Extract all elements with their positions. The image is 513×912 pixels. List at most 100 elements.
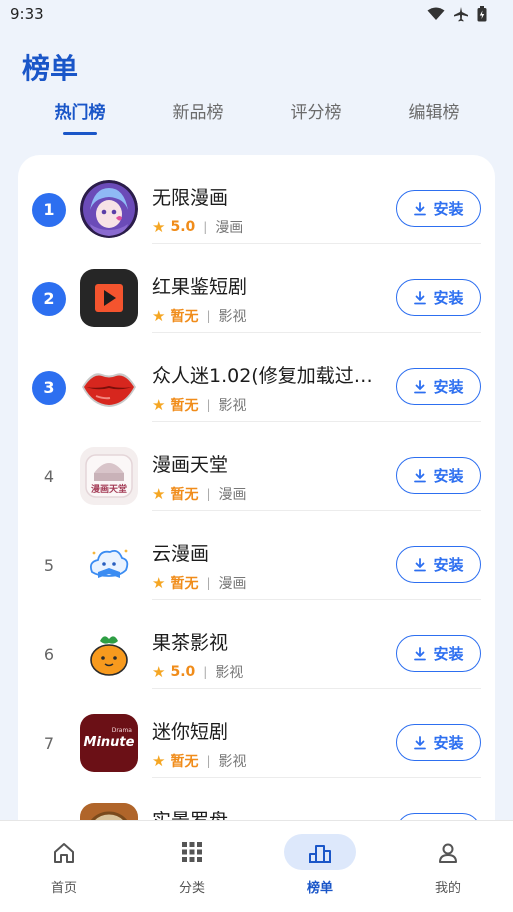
app-name: 无限漫画 bbox=[152, 187, 229, 209]
rank-number: 6 bbox=[43, 645, 55, 664]
install-label: 安装 bbox=[433, 378, 464, 396]
meta-divider: | bbox=[206, 309, 211, 323]
app-icon-wuxian-manhua bbox=[80, 180, 138, 238]
download-icon bbox=[414, 557, 427, 571]
app-category: 影视 bbox=[218, 398, 247, 414]
app-meta: ★ 5.0 | 影视 bbox=[152, 662, 243, 682]
star-icon: ★ bbox=[152, 218, 166, 236]
list-item[interactable]: 4 漫画天堂 漫画天堂 ★ 暂无 | 漫画 安装 bbox=[18, 422, 495, 511]
rank-number: 5 bbox=[43, 556, 55, 575]
profile-icon bbox=[439, 843, 457, 863]
list-item[interactable]: 1 无限漫画 ★ 5.0 | 漫画 安装 bbox=[18, 155, 495, 244]
install-label: 安装 bbox=[433, 734, 464, 752]
nav-profile-label: 我的 bbox=[434, 881, 461, 896]
rank-badge: 1 bbox=[32, 193, 66, 227]
rank-number: 4 bbox=[43, 467, 55, 486]
star-icon: ★ bbox=[152, 752, 166, 770]
nav-ranking-label: 榜单 bbox=[306, 881, 333, 896]
install-label: 安装 bbox=[433, 289, 464, 307]
install-label: 安装 bbox=[433, 645, 464, 663]
tab-editor[interactable]: 编辑榜 bbox=[384, 98, 484, 123]
app-meta: ★ 暂无 | 影视 bbox=[152, 306, 247, 326]
app-category: 影视 bbox=[218, 309, 247, 325]
download-icon bbox=[414, 735, 427, 749]
home-icon bbox=[54, 843, 74, 863]
nav-profile[interactable]: 我的 bbox=[384, 821, 512, 912]
tab-hot[interactable]: 热门榜 bbox=[30, 98, 130, 123]
install-button[interactable]: 安装 bbox=[396, 635, 481, 672]
rank-number: 7 bbox=[43, 734, 55, 753]
tab-rating[interactable]: 评分榜 bbox=[266, 98, 366, 123]
nav-ranking[interactable]: 榜单 bbox=[256, 821, 384, 912]
app-score: 暂无 bbox=[170, 576, 199, 592]
app-score: 暂无 bbox=[170, 487, 199, 503]
app-icon-hongguo-duanju bbox=[80, 269, 138, 327]
app-name: 果茶影视 bbox=[152, 632, 229, 654]
app-category: 影视 bbox=[215, 665, 244, 681]
rank-badge: 2 bbox=[32, 282, 66, 316]
app-category: 漫画 bbox=[218, 576, 247, 592]
app-meta: ★ 暂无 | 影视 bbox=[152, 751, 247, 771]
app-name: 众人迷1.02(修复加载过… bbox=[152, 365, 373, 387]
install-button[interactable]: 安装 bbox=[396, 457, 481, 494]
app-score: 暂无 bbox=[170, 754, 199, 770]
install-label: 安装 bbox=[433, 556, 464, 574]
app-category: 漫画 bbox=[218, 487, 247, 503]
status-time: 9:33 bbox=[10, 5, 44, 23]
nav-category-label: 分类 bbox=[178, 881, 205, 896]
install-button[interactable]: 安装 bbox=[396, 190, 481, 227]
ranking-list: 1 无限漫画 ★ 5.0 | 漫画 安装 2 红果鉴短剧 ★ 暂无 | 影视 安… bbox=[18, 155, 495, 855]
app-score: 暂无 bbox=[170, 398, 199, 414]
download-icon bbox=[414, 201, 427, 215]
tab-bar: 热门榜 新品榜 评分榜 编辑榜 bbox=[0, 98, 513, 138]
list-item[interactable]: 5 云漫画 ★ 暂无 | 漫画 安装 bbox=[18, 511, 495, 600]
app-name: 漫画天堂 bbox=[152, 454, 229, 476]
airplane-icon bbox=[454, 7, 468, 22]
rank-badge: 3 bbox=[32, 371, 66, 405]
app-score: 5.0 bbox=[170, 664, 196, 680]
star-icon: ★ bbox=[152, 307, 166, 325]
app-name: 迷你短剧 bbox=[152, 721, 229, 743]
meta-divider: | bbox=[206, 398, 211, 412]
install-button[interactable]: 安装 bbox=[396, 279, 481, 316]
list-item[interactable]: 3 众人迷1.02(修复加载过… ★ 暂无 | 影视 安装 bbox=[18, 333, 495, 422]
app-meta: ★ 5.0 | 漫画 bbox=[152, 217, 243, 237]
star-icon: ★ bbox=[152, 663, 166, 681]
app-name: 红果鉴短剧 bbox=[152, 276, 248, 298]
icon-text: 漫画天堂 bbox=[90, 485, 127, 495]
app-icon-guocha-yingshi bbox=[80, 625, 138, 683]
status-bar: 9:33 bbox=[0, 0, 513, 30]
page-title: 榜单 bbox=[22, 52, 79, 85]
list-item[interactable]: 2 红果鉴短剧 ★ 暂无 | 影视 安装 bbox=[18, 244, 495, 333]
install-label: 安装 bbox=[433, 467, 464, 485]
nav-home[interactable]: 首页 bbox=[0, 821, 128, 912]
meta-divider: | bbox=[203, 220, 208, 234]
status-icons bbox=[427, 6, 487, 22]
icon-subtext: Drama bbox=[111, 727, 132, 734]
tab-new[interactable]: 新品榜 bbox=[148, 98, 248, 123]
app-icon-yun-manhua bbox=[80, 536, 138, 594]
meta-divider: | bbox=[206, 754, 211, 768]
app-meta: ★ 暂无 | 漫画 bbox=[152, 573, 247, 593]
ranking-icon bbox=[309, 845, 331, 863]
install-button[interactable]: 安装 bbox=[396, 724, 481, 761]
app-category: 漫画 bbox=[215, 220, 244, 236]
battery-icon bbox=[477, 6, 487, 22]
bottom-navigation: 首页 分类 榜单 我的 bbox=[0, 820, 513, 912]
install-button[interactable]: 安装 bbox=[396, 546, 481, 583]
star-icon: ★ bbox=[152, 396, 166, 414]
install-label: 安装 bbox=[433, 200, 464, 218]
app-meta: ★ 暂无 | 漫画 bbox=[152, 484, 247, 504]
install-button[interactable]: 安装 bbox=[396, 368, 481, 405]
app-score: 暂无 bbox=[170, 309, 199, 325]
list-item[interactable]: 6 果茶影视 ★ 5.0 | 影视 安装 bbox=[18, 600, 495, 689]
app-icon-manhua-tiantang: 漫画天堂 bbox=[80, 447, 138, 505]
meta-divider: | bbox=[206, 487, 211, 501]
nav-category[interactable]: 分类 bbox=[128, 821, 256, 912]
list-item[interactable]: 7 Drama Minute 迷你短剧 ★ 暂无 | 影视 安装 bbox=[18, 689, 495, 778]
meta-divider: | bbox=[203, 665, 208, 679]
download-icon bbox=[414, 290, 427, 304]
app-category: 影视 bbox=[218, 754, 247, 770]
download-icon bbox=[414, 468, 427, 482]
download-icon bbox=[414, 379, 427, 393]
